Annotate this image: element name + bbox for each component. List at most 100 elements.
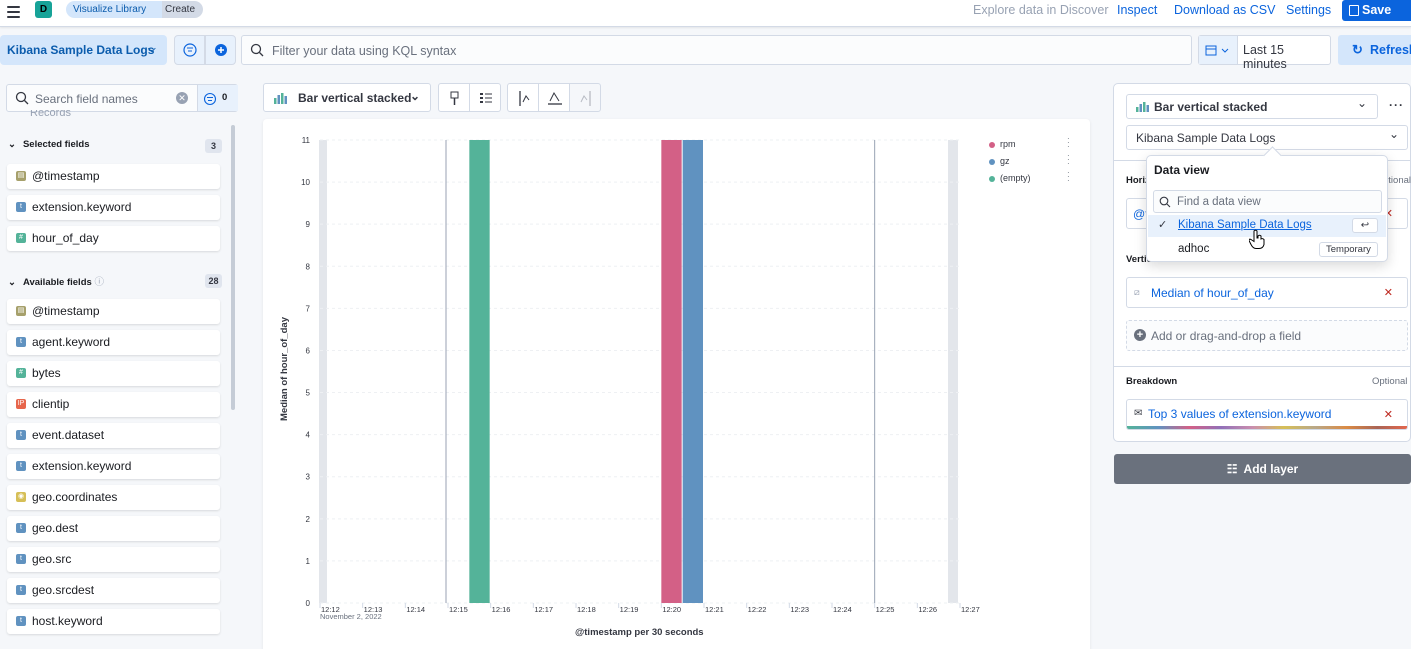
y-tick-label: 1 <box>306 557 311 566</box>
available-fields-title: Available fields <box>22 277 92 288</box>
chevron-down-icon: ⌄ <box>410 89 421 103</box>
legend-settings-button[interactable] <box>469 83 501 112</box>
legend-item[interactable]: (empty) · · · <box>987 169 1077 187</box>
remove-icon[interactable]: ✕ <box>1384 286 1393 299</box>
available-fields-toggle[interactable]: ⌄ Available fields ⓘ <box>8 274 104 288</box>
y-tick-label: 8 <box>306 262 311 271</box>
breakdown-dimension[interactable]: ✉ Top 3 values of extension.keyword ✕ <box>1126 399 1408 430</box>
data-view-option-label: Kibana Sample Data Logs <box>1178 219 1312 231</box>
filter-menu-button[interactable] <box>174 35 205 65</box>
legend-actions-icon[interactable]: · · · <box>1067 152 1070 168</box>
y-tick-label: 10 <box>301 178 310 187</box>
selected-fields-toggle[interactable]: ⌄ Selected fields <box>8 139 90 150</box>
field-item[interactable]: t host.keyword <box>7 609 220 634</box>
legend-label: (empty) <box>1000 173 1031 183</box>
date-field-type-icon: ▤ <box>16 171 26 181</box>
field-item[interactable]: ◉ geo.coordinates <box>7 485 220 510</box>
chevron-down-icon: ⌄ <box>1357 96 1368 110</box>
download-csv-link[interactable]: Download as CSV <box>1174 2 1275 18</box>
remove-icon[interactable]: ✕ <box>1384 408 1393 421</box>
inspect-link[interactable]: Inspect <box>1117 2 1157 18</box>
data-view-option-adhoc[interactable]: adhoc Temporary <box>1148 239 1386 261</box>
date-picker[interactable]: Last 15 minutes <box>1198 35 1331 71</box>
bottom-axis-icon <box>548 91 562 105</box>
legend-color-dot <box>989 176 995 182</box>
layer-chart-type-select[interactable]: Bar vertical stacked ⌄ <box>1126 94 1378 119</box>
refresh-icon: ↻ <box>1352 42 1363 57</box>
field-name: agent.keyword <box>32 335 111 349</box>
x-tick-label: 12:19 <box>620 605 639 614</box>
field-item[interactable]: # hour_of_day <box>7 226 220 251</box>
save-button[interactable]: Save <box>1342 0 1411 21</box>
field-search-placeholder: Search field names <box>35 92 138 106</box>
clear-icon[interactable]: ✕ <box>176 92 188 104</box>
bar-chart: 0123456789101112:12 12:13 12:14 12:15 12:16 1… <box>301 136 980 614</box>
data-view-picker[interactable]: Kibana Sample Data Logs ⌵ <box>0 35 167 65</box>
legend-item[interactable]: gz · · · <box>987 152 1077 170</box>
field-item[interactable]: IP clientip <box>7 392 220 417</box>
add-layer-label: Add layer <box>1243 462 1299 476</box>
string-field-type-icon: t <box>16 430 26 440</box>
y-tick-label: 5 <box>306 389 311 398</box>
field-item[interactable]: t geo.srcdest <box>7 578 220 603</box>
legend-actions-icon[interactable]: · · · <box>1067 169 1070 185</box>
chevron-down-icon: ⌄ <box>8 139 16 150</box>
breadcrumb-visualize-library[interactable]: Visualize Library <box>66 1 162 18</box>
field-item[interactable]: t geo.dest <box>7 516 220 541</box>
more-actions-icon[interactable]: ··· <box>1389 98 1404 112</box>
settings-link[interactable]: Settings <box>1286 2 1331 18</box>
field-item[interactable]: t extension.keyword <box>7 454 220 479</box>
string-field-type-icon: t <box>16 616 26 626</box>
y-tick-label: 2 <box>306 515 311 524</box>
legend-actions-icon[interactable]: · · · <box>1067 135 1070 151</box>
chevron-down-icon: ⌄ <box>1389 127 1400 141</box>
field-list-scrollbar[interactable] <box>231 125 235 410</box>
left-axis-button[interactable] <box>507 83 539 112</box>
explore-discover-link[interactable]: Explore data in Discover <box>973 2 1108 18</box>
check-icon: ✓ <box>1158 219 1168 231</box>
x-tick-label: 12:14 <box>406 605 425 614</box>
string-field-type-icon: t <box>16 523 26 533</box>
space-avatar[interactable]: D <box>35 1 52 18</box>
add-filter-button[interactable] <box>205 35 236 65</box>
layer-data-view-select[interactable]: Kibana Sample Data Logs ⌄ <box>1126 125 1408 150</box>
filter-icon <box>203 92 217 106</box>
find-data-view-placeholder: Find a data view <box>1177 196 1261 208</box>
bar-empty <box>469 140 490 603</box>
field-item[interactable]: t agent.keyword <box>7 330 220 355</box>
legend-label: gz <box>1000 156 1010 166</box>
field-filter-button[interactable]: 0 <box>197 85 238 111</box>
field-item[interactable]: ▤ @timestamp <box>7 164 220 189</box>
legend-item[interactable]: rpm · · · <box>987 135 1077 153</box>
calendar-icon[interactable] <box>1199 36 1238 64</box>
field-item[interactable]: # bytes <box>7 361 220 386</box>
chart-type-label: Bar vertical stacked <box>298 91 412 105</box>
field-item[interactable]: ▤ @timestamp <box>7 299 220 324</box>
vertical-axis-dimension[interactable]: ⧄ Median of hour_of_day ✕ <box>1126 277 1408 308</box>
bar-chart-icon <box>1136 102 1149 112</box>
field-name: geo.srcdest <box>32 583 95 597</box>
tag-icon: ✉ <box>1134 408 1143 419</box>
bottom-axis-button[interactable] <box>538 83 570 112</box>
add-layer-button[interactable]: ☷ Add layer <box>1114 454 1411 484</box>
chart-type-picker[interactable]: Bar vertical stacked ⌄ <box>263 83 431 112</box>
field-item[interactable]: t geo.src <box>7 547 220 572</box>
available-count-badge: 28 <box>205 274 222 288</box>
refresh-button[interactable]: ↻ Refresh <box>1338 35 1411 65</box>
hand-cursor-icon <box>1249 229 1265 249</box>
field-name: geo.dest <box>32 521 79 535</box>
date-label: Last 15 minutes <box>1243 43 1287 71</box>
add-field-dropzone[interactable]: + Add or drag-and-drop a field <box>1126 320 1408 351</box>
field-search-input[interactable]: Search field names ✕ 0 <box>6 84 238 112</box>
kql-search-input[interactable]: Filter your data using KQL syntax <box>241 35 1192 65</box>
search-icon <box>250 43 264 57</box>
style-settings-button[interactable] <box>438 83 470 112</box>
find-data-view-input[interactable]: Find a data view <box>1153 190 1382 213</box>
menu-icon[interactable] <box>7 6 20 18</box>
breakdown-dimension-label: Top 3 values of extension.keyword <box>1148 407 1332 421</box>
chart-edge-band <box>319 140 327 603</box>
data-view-option-logs[interactable]: ✓ Kibana Sample Data Logs ↩ <box>1148 215 1386 237</box>
field-item[interactable]: t event.dataset <box>7 423 220 448</box>
selected-count-badge: 3 <box>205 139 222 153</box>
field-item[interactable]: t extension.keyword <box>7 195 220 220</box>
